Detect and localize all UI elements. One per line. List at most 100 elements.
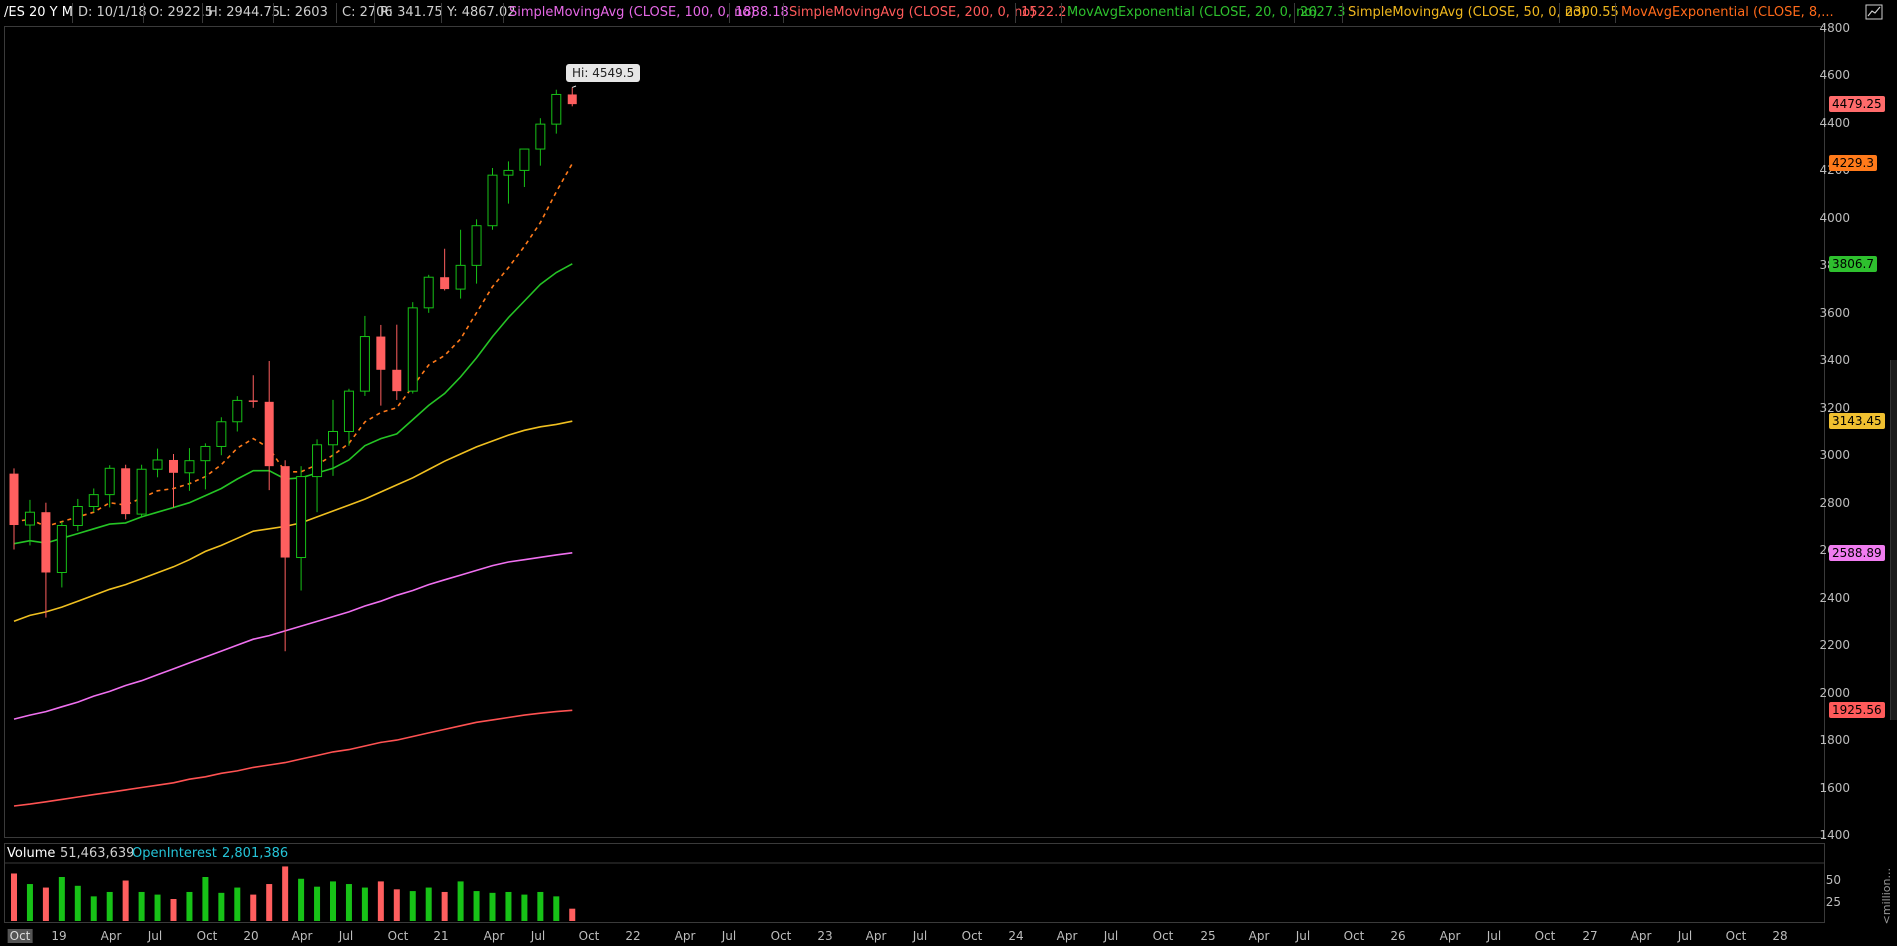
date-axis-label: Jul xyxy=(912,929,928,943)
volume-bar xyxy=(26,884,33,921)
price-axis-label: 1400 xyxy=(1819,828,1850,842)
volume-bar xyxy=(441,891,448,921)
date-axis-label: Jul xyxy=(530,929,546,943)
volume-axis-50: 50 xyxy=(1825,873,1841,887)
volume-bar xyxy=(409,891,416,921)
date-axis-label: Apr xyxy=(100,929,122,943)
price-axis-label: 1800 xyxy=(1819,733,1850,748)
candle-body xyxy=(503,169,514,176)
date-axis-label: Apr xyxy=(1439,929,1461,943)
price-axis-label: 4800 xyxy=(1819,21,1850,35)
volume-unit-label: <million... xyxy=(1880,868,1893,925)
date-axis-label: 19 xyxy=(51,929,67,943)
candle-body xyxy=(535,123,546,150)
volume-bar xyxy=(505,891,512,921)
volume-bar xyxy=(569,908,576,921)
date-axis-label: Apr xyxy=(1056,929,1078,943)
candle-body xyxy=(264,401,274,467)
open-interest-value: 2,801,386 xyxy=(222,846,289,861)
date-axis-label: 22 xyxy=(625,929,641,943)
date-axis-label: Oct xyxy=(387,929,409,943)
date-axis-label: Jul xyxy=(338,929,354,943)
price-badge: 4229.3 xyxy=(1829,155,1877,172)
price-axis-label: 3600 xyxy=(1819,305,1850,320)
volume-bar xyxy=(218,892,225,921)
volume-bar xyxy=(202,877,209,921)
volume-bar xyxy=(138,891,145,921)
candle-body xyxy=(471,225,482,266)
price-axis-label: 1600 xyxy=(1819,780,1850,795)
price-badge: 1925.56 xyxy=(1829,702,1885,719)
candle-body xyxy=(312,444,323,478)
candle-body xyxy=(567,94,577,105)
candle-body xyxy=(423,276,434,309)
candle-body xyxy=(152,459,163,470)
volume-axis-25: 25 xyxy=(1825,895,1841,909)
price-badge: 3143.45 xyxy=(1829,413,1885,430)
candle-body xyxy=(343,390,354,432)
volume-bar xyxy=(58,877,65,921)
price-axis-label: 2200 xyxy=(1819,638,1850,653)
date-axis-label: Jul xyxy=(1677,929,1693,943)
date-axis-label: Oct xyxy=(196,929,218,943)
date-axis-label: 23 xyxy=(817,929,833,943)
volume-bar xyxy=(154,894,161,921)
date-axis-label: Jul xyxy=(1103,929,1119,943)
date-axis-label: Oct xyxy=(578,929,600,943)
sma200-line xyxy=(13,709,573,807)
candle-body xyxy=(9,473,19,526)
volume-bar xyxy=(234,887,241,921)
candle-body xyxy=(296,476,307,559)
volume-label[interactable]: Volume xyxy=(7,845,55,863)
candle-body xyxy=(104,467,115,496)
price-axis-label: 4400 xyxy=(1819,115,1850,130)
volume-bar xyxy=(122,880,129,921)
price-axis-label: 2400 xyxy=(1819,590,1850,605)
candle-body xyxy=(72,506,83,526)
candle-body xyxy=(392,369,402,392)
open-interest-label[interactable]: OpenInterest xyxy=(132,845,217,863)
date-axis-label: 25 xyxy=(1200,929,1216,943)
date-axis-label: Jul xyxy=(1486,929,1502,943)
candle-body xyxy=(56,524,67,573)
candle-body xyxy=(407,307,418,392)
price-axis-label: 3000 xyxy=(1819,448,1850,463)
volume-bar xyxy=(489,892,496,921)
candle-body xyxy=(440,277,450,290)
candle-body xyxy=(88,494,99,508)
candle-body xyxy=(169,459,178,473)
sma100-line xyxy=(13,552,573,720)
side-scrollbar[interactable] xyxy=(1890,360,1897,720)
price-axis-label: 2800 xyxy=(1819,495,1850,510)
date-axis-label: Oct xyxy=(1534,929,1556,943)
volume-bar xyxy=(282,866,289,921)
volume-bar xyxy=(537,891,544,921)
date-axis-label: Apr xyxy=(1248,929,1270,943)
volume-bar xyxy=(330,881,336,921)
volume-bar xyxy=(473,891,480,921)
candle-body xyxy=(248,400,258,402)
candle-body xyxy=(280,466,290,558)
sma50-line xyxy=(13,420,573,623)
volume-bar xyxy=(42,887,49,921)
date-axis-label: Oct xyxy=(1152,929,1174,943)
date-axis-label: Oct xyxy=(1725,929,1747,943)
candle-body xyxy=(519,148,530,171)
candle-body xyxy=(184,460,195,474)
date-axis-label: 24 xyxy=(1008,929,1024,943)
price-chart[interactable] xyxy=(0,0,1897,946)
date-axis-label: Apr xyxy=(865,929,887,943)
date-axis-label: Apr xyxy=(291,929,313,943)
date-axis-label: Oct xyxy=(1343,929,1365,943)
volume-bar xyxy=(186,891,193,921)
price-badge: 4479.25 xyxy=(1829,96,1885,113)
candle-body xyxy=(24,511,35,526)
date-axis-label: 21 xyxy=(433,929,449,943)
candle-body xyxy=(376,336,386,370)
volume-bar xyxy=(298,878,305,921)
date-axis-label: 26 xyxy=(1390,929,1406,943)
candle-body xyxy=(136,468,147,515)
volume-bar xyxy=(425,887,432,921)
volume-value: 51,463,639 xyxy=(60,846,135,861)
volume-bar xyxy=(377,881,384,921)
